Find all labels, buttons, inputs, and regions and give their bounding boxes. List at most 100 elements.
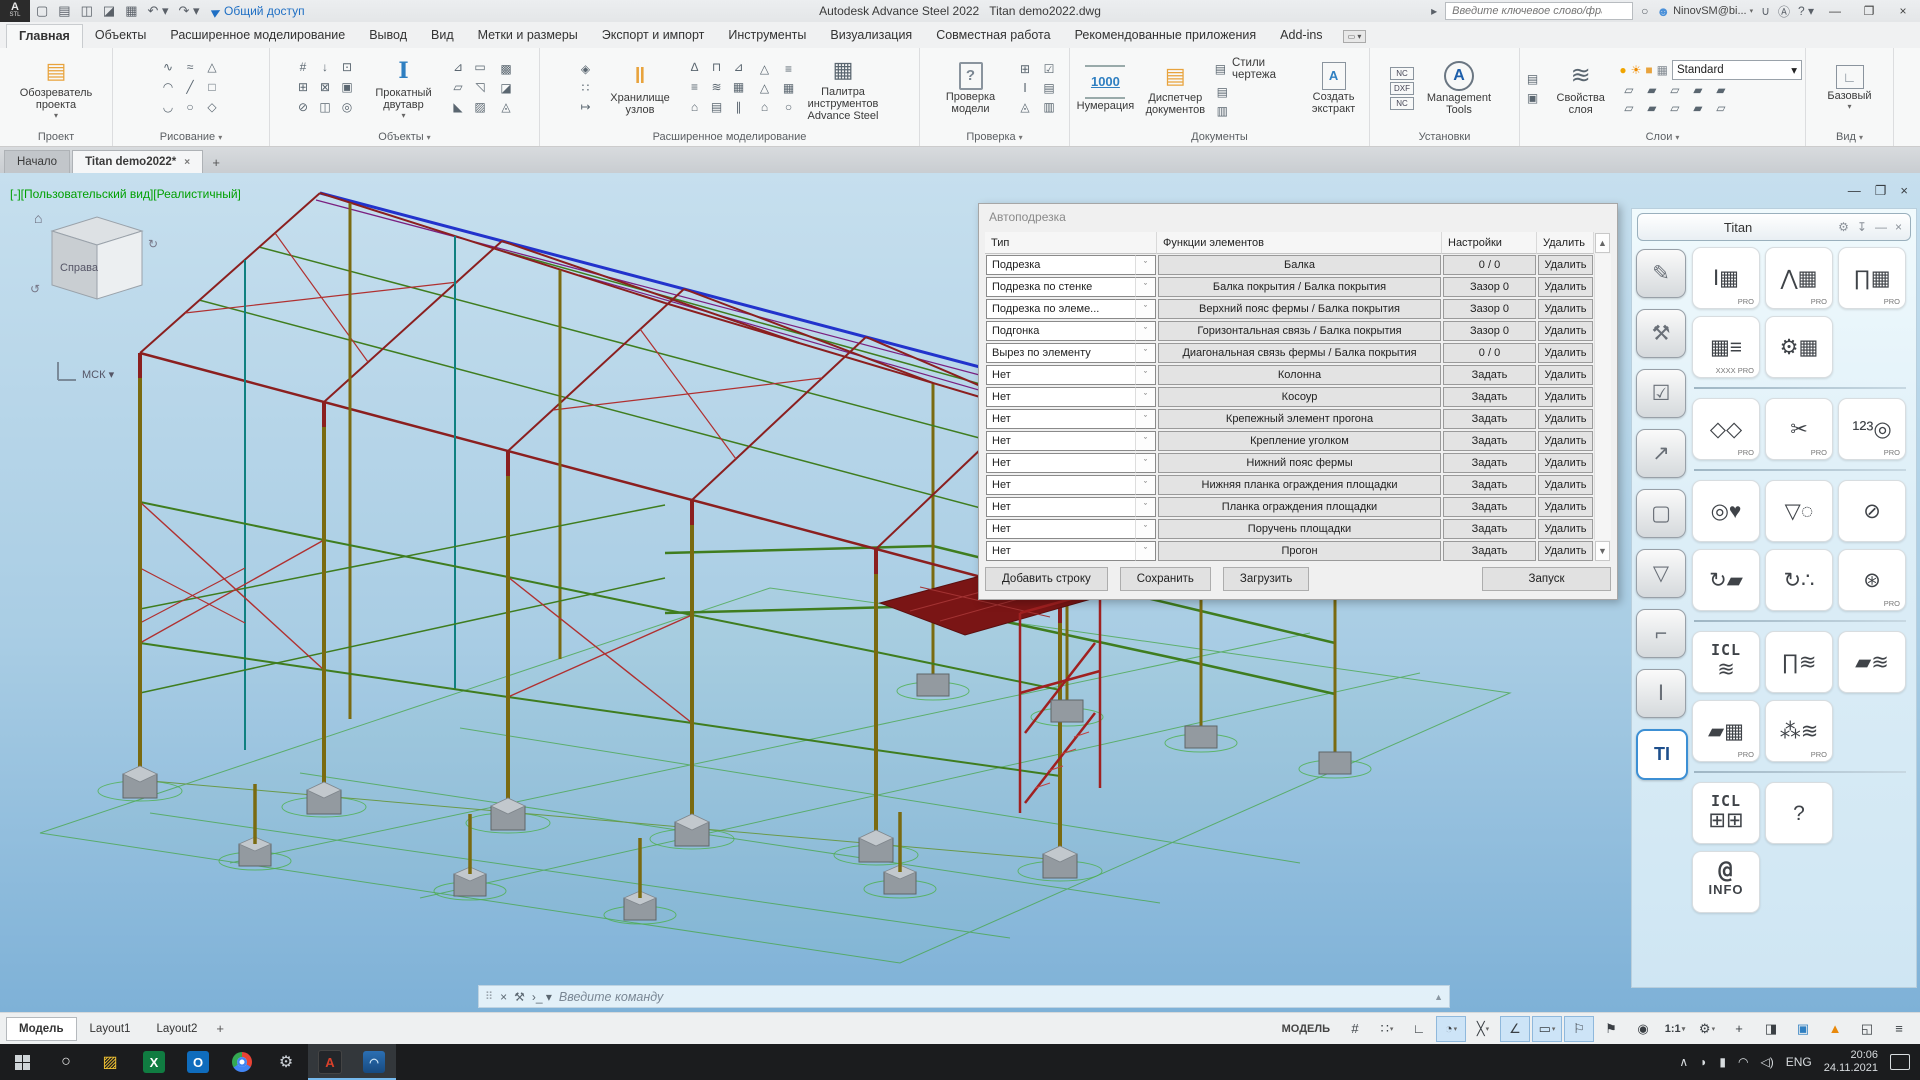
- layout-tab-модель[interactable]: Модель: [6, 1017, 77, 1041]
- autodesk-app-icon[interactable]: Ⓐ: [1778, 3, 1790, 20]
- tool-palette-button[interactable]: ▦Палитра инструментов Advance Steel: [803, 53, 883, 124]
- combobox-chevron-icon[interactable]: ˇ: [1135, 255, 1156, 275]
- file-tab-начало[interactable]: Начало: [4, 150, 70, 173]
- ribbon-tool-icon[interactable]: △: [755, 80, 774, 97]
- ribbon-tab-главная[interactable]: Главная: [6, 24, 83, 48]
- table-scrollbar-track[interactable]: [1594, 430, 1611, 452]
- ribbon-tab-метки-и-размеры[interactable]: Метки и размеры: [466, 24, 590, 48]
- combobox-chevron-icon[interactable]: ˇ: [1135, 431, 1156, 451]
- file-explorer-taskbar-icon[interactable]: ▨: [88, 1044, 132, 1080]
- joint-storage-button[interactable]: ‖Хранилище узлов: [600, 59, 680, 118]
- layout-tab-layout1[interactable]: Layout1: [77, 1017, 144, 1041]
- gear-grid-tile[interactable]: ⚙▦: [1765, 316, 1833, 378]
- icl-boxes-tile[interactable]: ICL⊞⊞: [1692, 782, 1760, 844]
- row-type-combobox[interactable]: Подрезка по элеме...: [986, 299, 1135, 319]
- ribbon-tab-совместная-работа[interactable]: Совместная работа: [924, 24, 1062, 48]
- turbine-pro-tile[interactable]: ⊛PRO: [1838, 549, 1906, 611]
- row-function-cell[interactable]: Крепежный элемент прогона: [1158, 409, 1441, 429]
- ribbon-tool-icon[interactable]: △: [755, 61, 774, 78]
- row-function-cell[interactable]: Косоур: [1158, 387, 1441, 407]
- annotation-visibility-icon[interactable]: ⚐: [1564, 1016, 1594, 1042]
- row-delete-button[interactable]: Удалить: [1538, 365, 1593, 385]
- cart-icon[interactable]: ∪: [1761, 4, 1770, 18]
- ribbon-tab-вывод[interactable]: Вывод: [357, 24, 419, 48]
- network-layers-pro-tile[interactable]: ⁂≋PRO: [1765, 700, 1833, 762]
- ribbon-tool-icon[interactable]: ⊓: [707, 59, 726, 76]
- table-scroll-down[interactable]: ▼: [1595, 541, 1610, 561]
- ribbon-tool-icon[interactable]: ⌂: [685, 99, 704, 116]
- ribbon-tool-icon[interactable]: ◬: [497, 99, 516, 116]
- snap-mode-icon[interactable]: ∷▾: [1372, 1016, 1402, 1042]
- search-taskbar-icon[interactable]: ○: [44, 1044, 88, 1080]
- customization-icon[interactable]: ⚙▾: [1692, 1016, 1722, 1042]
- palette-close-icon[interactable]: ×: [1895, 220, 1902, 234]
- ribbon-tool-icon[interactable]: Ⅰ: [1016, 80, 1035, 97]
- ribbon-tool-icon[interactable]: ⊞: [294, 79, 313, 96]
- ribbon-tab-рекомендованные-приложения[interactable]: Рекомендованные приложения: [1063, 24, 1269, 48]
- command-prompt[interactable]: Введите команду: [559, 990, 1427, 1004]
- row-settings-button[interactable]: Задать: [1443, 519, 1536, 539]
- combobox-chevron-icon[interactable]: ˇ: [1135, 299, 1156, 319]
- row-delete-button[interactable]: Удалить: [1538, 541, 1593, 561]
- status-menu-icon[interactable]: ≡: [1884, 1016, 1914, 1042]
- grid-display-icon[interactable]: #: [1340, 1016, 1370, 1042]
- combobox-chevron-icon[interactable]: ˇ: [1135, 277, 1156, 297]
- drawing-minimize-icon[interactable]: —: [1848, 183, 1861, 199]
- row-settings-button[interactable]: Задать: [1443, 387, 1536, 407]
- redo-icon[interactable]: ↷ ▾: [179, 3, 200, 19]
- row-delete-button[interactable]: Удалить: [1538, 387, 1593, 407]
- table-scrollbar-track[interactable]: [1594, 474, 1611, 496]
- palette-settings-icon[interactable]: ⚙: [1838, 220, 1849, 234]
- hide-objects-tile[interactable]: ⊘: [1838, 480, 1906, 542]
- ribbon-tool-icon[interactable]: ⊘: [294, 99, 313, 116]
- ribbon-tab-расширенное-моделирование[interactable]: Расширенное моделирование: [158, 24, 357, 48]
- ribbon-tool-icon[interactable]: ▦: [729, 79, 748, 96]
- table-scrollbar-track[interactable]: [1594, 320, 1611, 342]
- ribbon-tool-icon[interactable]: ∷: [576, 80, 595, 97]
- row-settings-button[interactable]: Зазор 0: [1443, 277, 1536, 297]
- combobox-chevron-icon[interactable]: ˇ: [1135, 365, 1156, 385]
- row-type-combobox[interactable]: Вырез по элементу: [986, 343, 1135, 363]
- ribbon-tool-icon[interactable]: ▩: [497, 61, 516, 78]
- ribbon-tool-icon[interactable]: ∥: [729, 99, 748, 116]
- palette-minimize-icon[interactable]: —: [1875, 220, 1887, 234]
- drawing-close-icon[interactable]: ×: [1900, 183, 1908, 199]
- ribbon-tool-icon[interactable]: ⊿: [449, 59, 468, 76]
- account-menu[interactable]: ☻ NinovSM@bi... ▾: [1656, 4, 1753, 19]
- table-scrollbar-track[interactable]: [1594, 254, 1611, 276]
- search-input[interactable]: [1450, 4, 1604, 18]
- ribbon-tool-icon[interactable]: ≡: [685, 79, 704, 96]
- ribbon-tool-icon[interactable]: ◈: [576, 61, 595, 78]
- ribbon-tool-icon[interactable]: ▣: [1523, 89, 1542, 106]
- beam-layers-bolts-tile[interactable]: ▰≋: [1838, 631, 1906, 693]
- management-tools-button[interactable]: AManagement Tools: [1419, 59, 1499, 118]
- volume-icon[interactable]: ◁): [1761, 1055, 1774, 1069]
- combobox-chevron-icon[interactable]: ˇ: [1135, 409, 1156, 429]
- row-type-combobox[interactable]: Нет: [986, 409, 1135, 429]
- table-scrollbar-track[interactable]: [1594, 408, 1611, 430]
- autotrim-dialog[interactable]: Автоподрезка ТипФункции элементовНастрой…: [978, 203, 1618, 600]
- row-delete-button[interactable]: Удалить: [1538, 321, 1593, 341]
- combobox-chevron-icon[interactable]: ˇ: [1135, 387, 1156, 407]
- layer-toggle-icon[interactable]: ▦: [1657, 63, 1668, 77]
- steel-section-button[interactable]: Ⅰ: [1636, 669, 1686, 718]
- layer-toggle-icon[interactable]: ■: [1645, 63, 1652, 77]
- row-delete-button[interactable]: Удалить: [1538, 277, 1593, 297]
- row-function-cell[interactable]: Диагональная связь фермы / Балка покрыти…: [1158, 343, 1441, 363]
- row-delete-button[interactable]: Удалить: [1538, 453, 1593, 473]
- file-tab-titan-demo2022-[interactable]: Titan demo2022*×: [72, 150, 203, 173]
- row-function-cell[interactable]: Нижняя планка ограждения площадки: [1158, 475, 1441, 495]
- ribbon-tool-icon[interactable]: ↦: [576, 99, 595, 116]
- create-extract-button[interactable]: AСоздать экстракт: [1301, 60, 1366, 117]
- new-file-icon[interactable]: ▢: [36, 3, 48, 19]
- numbering-button[interactable]: 1000Нумерация: [1073, 63, 1138, 114]
- model-check-button[interactable]: ?Проверка модели: [931, 60, 1011, 117]
- ribbon-tool-icon[interactable]: ▱: [1619, 82, 1638, 99]
- row-function-cell[interactable]: Поручень площадки: [1158, 519, 1441, 539]
- table-scrollbar-track[interactable]: [1594, 276, 1611, 298]
- combobox-chevron-icon[interactable]: ˇ: [1135, 321, 1156, 341]
- row-function-cell[interactable]: Крепление уголком: [1158, 431, 1441, 451]
- combobox-chevron-icon[interactable]: ˇ: [1135, 541, 1156, 561]
- help-icon[interactable]: ? ▾: [1798, 4, 1814, 18]
- new-layout-button[interactable]: +: [216, 1021, 224, 1036]
